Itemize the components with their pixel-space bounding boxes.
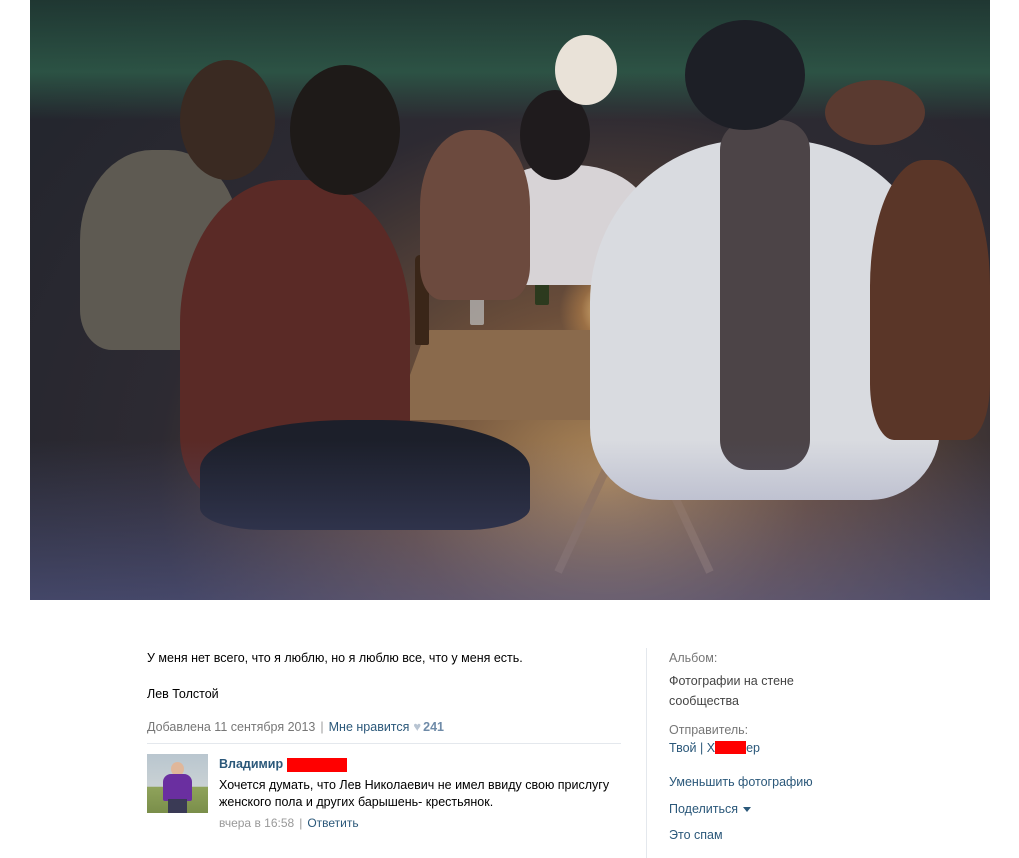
photo-person-hat — [825, 80, 925, 145]
like-count[interactable]: 241 — [423, 720, 444, 734]
like-button[interactable]: Мне нравится — [329, 720, 410, 734]
heart-icon[interactable]: ♥ — [413, 719, 421, 734]
post-photo[interactable] — [30, 0, 990, 600]
album-label: Альбом: — [669, 651, 718, 665]
share-label[interactable]: Поделиться — [669, 802, 738, 816]
photo-person — [420, 130, 530, 300]
photo-person-head — [180, 60, 275, 180]
avatar[interactable] — [147, 754, 208, 813]
reply-button[interactable]: Ответить — [307, 816, 358, 830]
separator: | — [320, 720, 324, 734]
post-date: Добавлена 11 сентября 2013 — [147, 720, 316, 734]
sender-link[interactable]: Твой | Х ер — [669, 741, 760, 755]
post-meta: Добавлена 11 сентября 2013 | Мне нравится ♥… — [147, 719, 444, 734]
shrink-photo-link[interactable]: Уменьшить фотографию — [669, 775, 813, 789]
post-caption: У меня нет всего, что я люблю, но я любл… — [147, 651, 523, 665]
photo-person-head — [290, 65, 400, 195]
redaction-block — [287, 758, 347, 772]
report-spam-link[interactable]: Это спам — [669, 828, 723, 842]
comment-time[interactable]: вчера в 16:58 — [219, 816, 294, 830]
sender-name-part2[interactable]: ер — [746, 741, 760, 755]
avatar-figure-body — [163, 774, 192, 801]
photo-person-hat — [555, 35, 617, 105]
sender-label: Отправитель: — [669, 723, 749, 737]
photo-person — [870, 160, 990, 440]
divider — [147, 743, 621, 744]
comment-text: Хочется думать, что Лев Николаевич не им… — [219, 778, 610, 809]
photo-person-scarf — [720, 120, 810, 470]
album-name[interactable]: Фотографии на стене сообщества — [669, 671, 819, 711]
post-author: Лев Толстой — [147, 687, 219, 701]
redaction-block — [715, 741, 747, 754]
photo-person-hat — [685, 20, 805, 130]
share-button[interactable]: Поделиться — [669, 802, 752, 816]
comment-meta: вчера в 16:58 | Ответить — [219, 816, 359, 830]
separator: | — [299, 816, 303, 830]
sender-name-part1[interactable]: Твой | Х — [669, 741, 715, 755]
photo-fade — [30, 440, 990, 600]
column-divider — [646, 648, 647, 858]
avatar-figure-legs — [168, 799, 187, 813]
chevron-down-icon[interactable] — [743, 807, 752, 813]
comment-author-name[interactable]: Владимир — [219, 757, 283, 771]
